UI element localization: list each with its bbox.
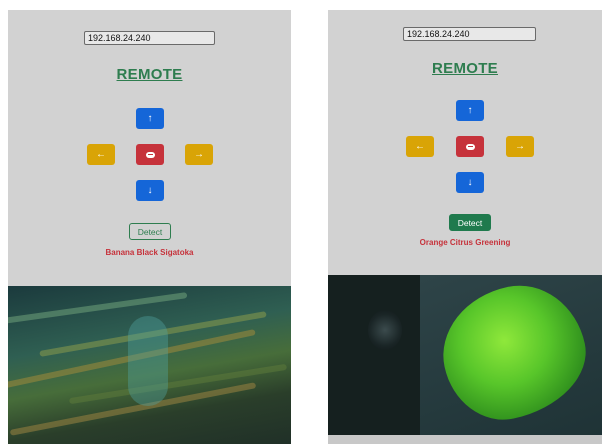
page-title: REMOTE xyxy=(432,60,498,77)
move-right-button[interactable]: → xyxy=(506,136,534,157)
move-right-button[interactable]: → xyxy=(185,144,213,165)
ip-address-input[interactable] xyxy=(84,31,215,45)
camera-feed xyxy=(328,275,602,444)
arrow-down-icon: ↓ xyxy=(147,185,153,196)
stop-button[interactable] xyxy=(456,136,484,157)
arrow-down-icon: ↓ xyxy=(467,177,473,188)
arrow-left-icon: ← xyxy=(96,149,106,160)
move-up-button[interactable]: ↑ xyxy=(136,108,164,129)
detect-button[interactable]: Detect xyxy=(129,223,171,240)
left-screen: REMOTE ↑ ← → ↓ Detect Banana Black Sigat… xyxy=(8,10,291,444)
stop-icon xyxy=(465,143,475,150)
arrow-right-icon: → xyxy=(515,141,525,152)
arrow-right-icon: → xyxy=(194,149,204,160)
move-left-button[interactable]: ← xyxy=(87,144,115,165)
stop-button[interactable] xyxy=(136,144,164,165)
arrow-up-icon: ↑ xyxy=(467,105,473,116)
detect-button[interactable]: Detect xyxy=(449,214,491,231)
arrow-up-icon: ↑ xyxy=(147,113,153,124)
detection-result: Orange Citrus Greening xyxy=(419,238,511,247)
ip-address-input[interactable] xyxy=(403,27,536,41)
page-title: REMOTE xyxy=(116,66,183,83)
move-down-button[interactable]: ↓ xyxy=(456,172,484,193)
right-screen: REMOTE ↑ ← → ↓ Detect Orange Citrus Gree… xyxy=(328,10,602,444)
detection-result: Banana Black Sigatoka xyxy=(105,248,194,257)
arrow-left-icon: ← xyxy=(415,141,425,152)
move-up-button[interactable]: ↑ xyxy=(456,100,484,121)
move-left-button[interactable]: ← xyxy=(406,136,434,157)
stop-icon xyxy=(145,151,155,158)
camera-feed xyxy=(8,286,291,444)
move-down-button[interactable]: ↓ xyxy=(136,180,164,201)
